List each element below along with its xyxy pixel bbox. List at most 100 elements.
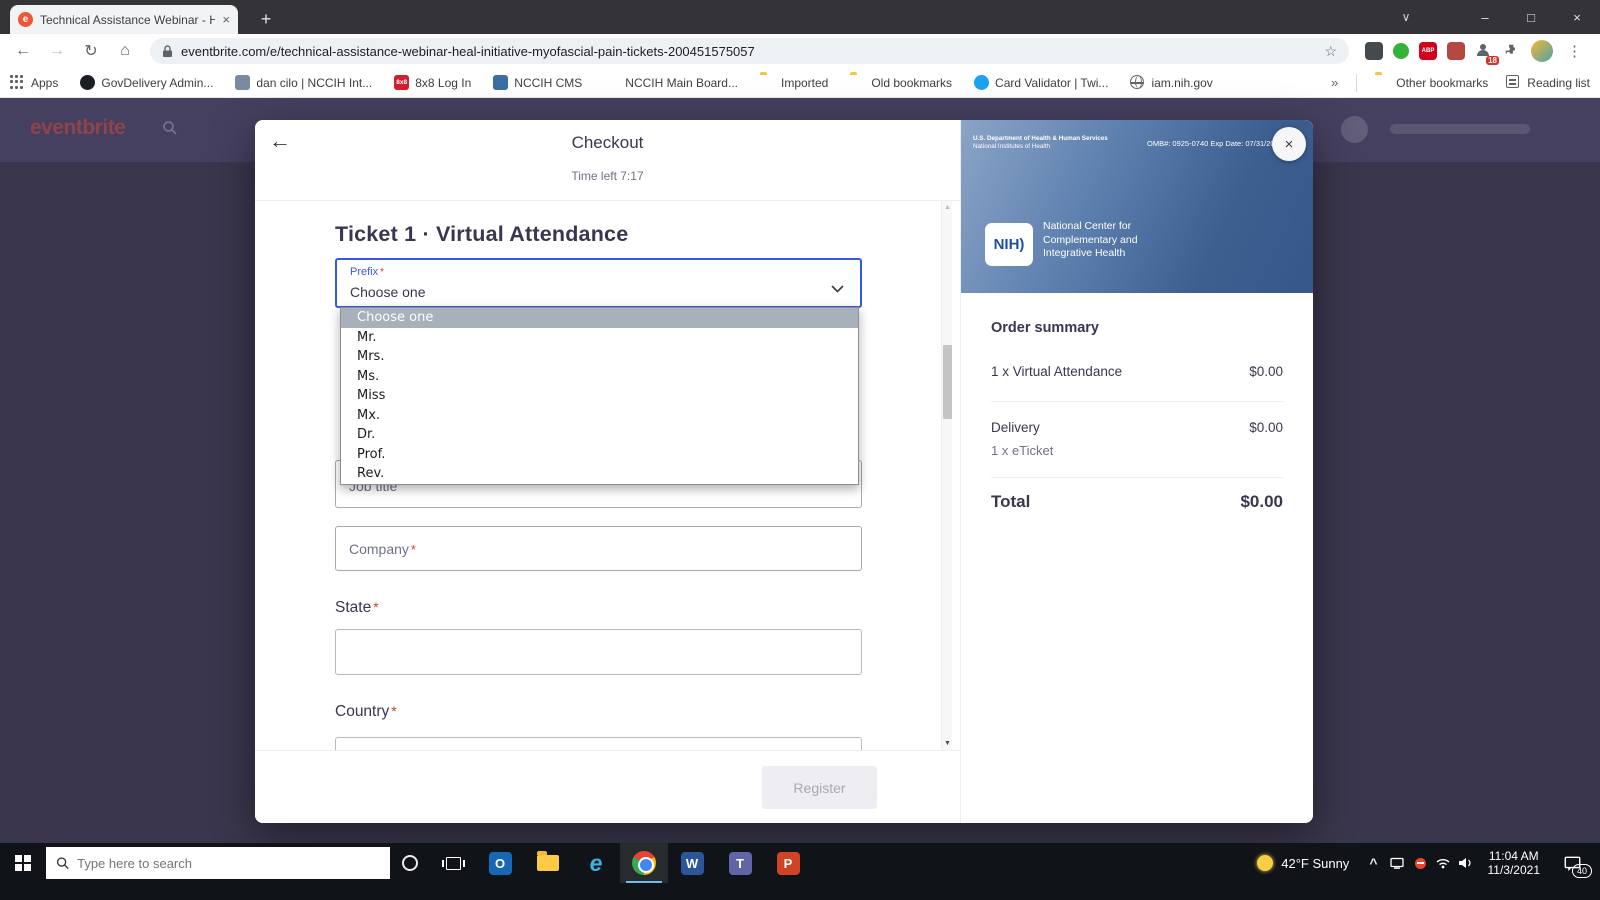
new-tab-button[interactable]: + bbox=[252, 5, 280, 33]
browser-menu-icon[interactable]: ⋮ bbox=[1563, 42, 1586, 60]
dropdown-option-rev[interactable]: Rev. bbox=[341, 464, 858, 484]
required-asterisk: * bbox=[391, 703, 396, 719]
dropdown-option-miss[interactable]: Miss bbox=[341, 386, 858, 406]
dropdown-option-prof[interactable]: Prof. bbox=[341, 445, 858, 465]
maximize-button[interactable]: □ bbox=[1508, 0, 1554, 34]
cortana-button[interactable] bbox=[390, 843, 430, 883]
address-bar[interactable]: eventbrite.com/e/technical-assistance-we… bbox=[150, 38, 1349, 64]
bookmark-label: Card Validator | Twi... bbox=[995, 76, 1108, 90]
bookmark-star-icon[interactable]: ☆ bbox=[1324, 43, 1337, 60]
ie-icon: e bbox=[590, 850, 603, 877]
window-close-button[interactable]: × bbox=[1554, 0, 1600, 34]
taskbar-file-explorer[interactable] bbox=[524, 843, 572, 883]
action-center-button[interactable]: 40 bbox=[1550, 843, 1594, 883]
other-bookmarks[interactable]: Other bookmarks bbox=[1375, 75, 1488, 90]
modal-scrollbar[interactable]: ▲ ▼ bbox=[941, 201, 952, 750]
cortana-icon bbox=[402, 855, 418, 871]
back-button[interactable]: ← bbox=[8, 37, 38, 65]
8x8-icon: 8x8 bbox=[394, 75, 409, 90]
taskbar-outlook[interactable]: O bbox=[476, 843, 524, 883]
taskbar-teams[interactable]: T bbox=[716, 843, 764, 883]
extensions-puzzle-icon[interactable] bbox=[1503, 42, 1521, 60]
green-extension-icon[interactable] bbox=[1393, 43, 1409, 59]
bookmark-label: NCCIH CMS bbox=[514, 76, 582, 90]
reload-button[interactable]: ↻ bbox=[76, 37, 106, 65]
tab-close-icon[interactable]: × bbox=[222, 12, 230, 27]
dropdown-option-mr[interactable]: Mr. bbox=[341, 328, 858, 348]
dropdown-option-mrs[interactable]: Mrs. bbox=[341, 347, 858, 367]
state-label: State bbox=[335, 599, 371, 616]
taskbar-search[interactable] bbox=[46, 847, 390, 879]
profile-extension-icon[interactable]: 18 bbox=[1475, 42, 1493, 60]
windows-logo-icon bbox=[15, 855, 31, 871]
state-input[interactable] bbox=[335, 629, 862, 675]
bookmark-8x8[interactable]: 8x8 8x8 Log In bbox=[394, 75, 471, 90]
profile-avatar[interactable] bbox=[1531, 40, 1553, 62]
bookmark-label: 8x8 Log In bbox=[415, 76, 471, 90]
tray-expand-icon[interactable]: ^ bbox=[1361, 855, 1385, 871]
dropdown-option-choose-one[interactable]: Choose one bbox=[341, 308, 858, 328]
taskbar-clock[interactable]: 11:04 AM 11/3/2021 bbox=[1478, 849, 1551, 877]
scroll-down-icon[interactable]: ▼ bbox=[942, 740, 953, 747]
bookmark-iam-nih[interactable]: iam.nih.gov bbox=[1130, 75, 1212, 90]
chevron-down-icon bbox=[831, 280, 844, 298]
prefix-select[interactable]: Prefix* Choose one bbox=[335, 258, 862, 308]
prefix-label: Prefix bbox=[350, 266, 378, 278]
bookmark-old-bookmarks[interactable]: Old bookmarks bbox=[850, 75, 952, 90]
company-field[interactable]: Company* bbox=[335, 526, 862, 571]
nih-banner: U.S. Department of Health & Human Servic… bbox=[961, 120, 1313, 293]
bookmark-apps[interactable]: Apps bbox=[10, 75, 58, 90]
red-extension-icon[interactable] bbox=[1447, 42, 1465, 60]
notification-badge: 40 bbox=[1572, 864, 1592, 878]
omb-text: OMB#: 0925-0740 Exp Date: 07/31/202 bbox=[1147, 139, 1279, 148]
country-input[interactable] bbox=[335, 737, 862, 750]
bookmarks-bar: Apps GovDelivery Admin... dan cilo | NCC… bbox=[0, 68, 1600, 98]
bookmark-card-validator[interactable]: Card Validator | Twi... bbox=[974, 75, 1108, 90]
taskbar-chrome[interactable] bbox=[620, 843, 668, 883]
bookmark-dan-cilo[interactable]: dan cilo | NCCIH Int... bbox=[235, 75, 372, 90]
dropdown-option-mx[interactable]: Mx. bbox=[341, 406, 858, 426]
order-summary-title: Order summary bbox=[991, 320, 1099, 336]
task-view-icon bbox=[446, 857, 461, 870]
apps-grid-icon bbox=[10, 75, 25, 90]
busy-status-icon bbox=[1415, 858, 1426, 869]
dropdown-option-dr[interactable]: Dr. bbox=[341, 425, 858, 445]
tray-volume-icon[interactable] bbox=[1455, 843, 1478, 883]
tab-search-icon[interactable]: ∨ bbox=[1388, 0, 1424, 34]
taskbar-search-input[interactable] bbox=[77, 856, 380, 871]
register-button[interactable]: Register bbox=[762, 766, 877, 809]
scroll-up-icon[interactable]: ▲ bbox=[942, 204, 953, 211]
tray-device-icon[interactable] bbox=[1386, 843, 1409, 883]
taskbar-powerpoint[interactable]: P bbox=[764, 843, 812, 883]
task-view-button[interactable] bbox=[430, 843, 476, 883]
eventbrite-logo: eventbrite bbox=[30, 116, 125, 140]
dark-extension-icon[interactable] bbox=[1365, 42, 1383, 60]
country-label: Country bbox=[335, 703, 389, 720]
taskbar-weather[interactable]: 42°F Sunny bbox=[1245, 855, 1361, 871]
required-asterisk: * bbox=[411, 543, 416, 557]
lock-icon bbox=[162, 45, 173, 58]
chrome-icon bbox=[632, 851, 656, 875]
taskbar-word[interactable]: W bbox=[668, 843, 716, 883]
reading-list-button[interactable]: Reading list bbox=[1506, 75, 1590, 90]
modal-close-button[interactable]: × bbox=[1272, 127, 1306, 161]
bookmark-imported[interactable]: Imported bbox=[760, 75, 828, 90]
windows-taskbar: O e W T P 42°F Sunny ^ bbox=[0, 843, 1600, 900]
sun-icon bbox=[1257, 855, 1273, 871]
bookmarks-overflow-icon[interactable]: » bbox=[1331, 75, 1338, 90]
forward-button[interactable]: → bbox=[42, 37, 72, 65]
abp-extension-icon[interactable]: ABP bbox=[1419, 42, 1437, 60]
scrollbar-thumb[interactable] bbox=[943, 345, 952, 419]
start-button[interactable] bbox=[0, 843, 46, 883]
browser-tab[interactable]: e Technical Assistance Webinar - H × bbox=[10, 5, 238, 34]
home-button[interactable]: ⌂ bbox=[110, 37, 140, 65]
modal-title: Checkout bbox=[255, 133, 960, 153]
tray-status-icon[interactable] bbox=[1409, 843, 1432, 883]
taskbar-internet-explorer[interactable]: e bbox=[572, 843, 620, 883]
bookmark-nccih-cms[interactable]: NCCIH CMS bbox=[493, 75, 582, 90]
tray-network-icon[interactable] bbox=[1432, 843, 1455, 883]
dropdown-option-ms[interactable]: Ms. bbox=[341, 367, 858, 387]
bookmark-nccih-board[interactable]: NCCIH Main Board... bbox=[604, 75, 738, 90]
bookmark-govdelivery[interactable]: GovDelivery Admin... bbox=[80, 75, 213, 90]
minimize-button[interactable]: – bbox=[1462, 0, 1508, 34]
